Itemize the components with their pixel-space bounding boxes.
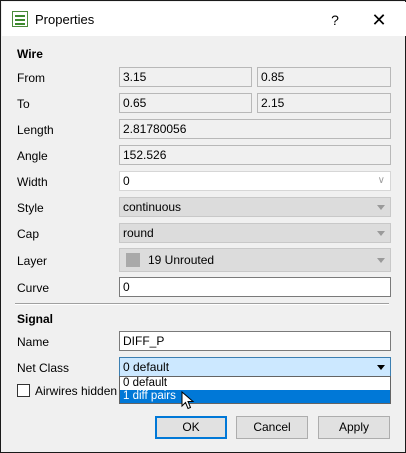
help-button[interactable]: ? [320, 8, 350, 32]
window-title: Properties [35, 12, 95, 27]
width-combo[interactable]: 0 ∨ [119, 171, 391, 191]
apply-button[interactable]: Apply [318, 416, 390, 439]
cap-combo[interactable]: round [119, 223, 391, 243]
netclass-option[interactable]: 0 default [120, 377, 390, 390]
airwires-hidden-label: Airwires hidden [35, 384, 118, 398]
section-divider [15, 303, 389, 305]
angle-field[interactable]: 152.526 [119, 145, 391, 165]
curve-field[interactable]: 0 [119, 277, 391, 297]
ok-button[interactable]: OK [155, 416, 227, 439]
cancel-button[interactable]: Cancel [236, 416, 308, 439]
dropdown-arrow-icon [377, 205, 385, 210]
to-y-field[interactable]: 2.15 [257, 93, 391, 113]
length-field[interactable]: 2.81780056 [119, 119, 391, 139]
from-x-field[interactable]: 3.15 [119, 67, 252, 87]
airwires-hidden-checkbox[interactable] [17, 384, 30, 397]
signal-section-heading: Signal [17, 312, 54, 326]
length-label: Length [17, 123, 54, 137]
layer-label: Layer [17, 254, 48, 268]
curve-label: Curve [17, 281, 50, 295]
angle-label: Angle [17, 149, 48, 163]
netclass-value: 0 default [123, 360, 170, 374]
from-y-field[interactable]: 0.85 [257, 67, 391, 87]
app-icon [12, 11, 28, 27]
from-label: From [17, 71, 45, 85]
close-button[interactable]: ✕ [364, 8, 394, 32]
mouse-cursor-icon [181, 391, 195, 410]
name-label: Name [17, 335, 50, 349]
layer-color-swatch [126, 253, 140, 267]
title-bar: Properties ? ✕ [2, 2, 406, 36]
netclass-option-selected[interactable]: 1 diff pairs [120, 390, 390, 403]
layer-combo[interactable]: 19 Unrouted [119, 248, 391, 272]
style-combo[interactable]: continuous [119, 197, 391, 217]
to-label: To [17, 97, 30, 111]
netclass-label: Net Class [17, 361, 70, 375]
properties-dialog: Properties ? ✕ Wire From 3.15 0.85 To 0.… [0, 0, 406, 453]
netclass-combo[interactable]: 0 default [119, 357, 391, 377]
dropdown-arrow-icon [377, 258, 385, 263]
wire-section-heading: Wire [17, 47, 43, 61]
netclass-dropdown-list: 0 default 1 diff pairs [119, 376, 391, 404]
width-label: Width [17, 175, 48, 189]
cap-label: Cap [17, 227, 40, 241]
style-label: Style [17, 201, 44, 215]
to-x-field[interactable]: 0.65 [119, 93, 252, 113]
layer-value: 19 Unrouted [148, 253, 215, 267]
name-field[interactable]: DIFF_P [119, 331, 391, 351]
chevron-down-icon: ∨ [377, 175, 385, 186]
width-value: 0 [123, 174, 130, 188]
dropdown-arrow-icon [377, 365, 385, 370]
style-value: continuous [123, 200, 182, 214]
dropdown-arrow-icon [377, 231, 385, 236]
cap-value: round [123, 226, 154, 240]
